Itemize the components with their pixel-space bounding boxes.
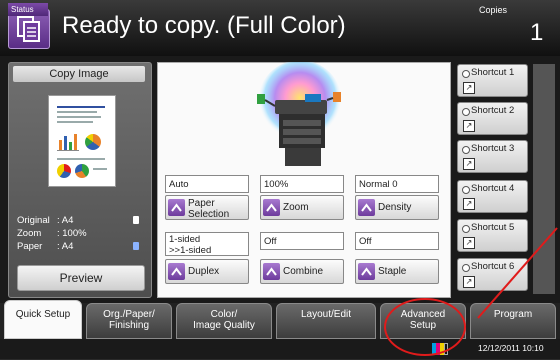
annotation-pointer-line [477, 227, 558, 319]
copier-screen: Ready to copy. (Full Color) Copies 1 Cop… [0, 0, 560, 359]
